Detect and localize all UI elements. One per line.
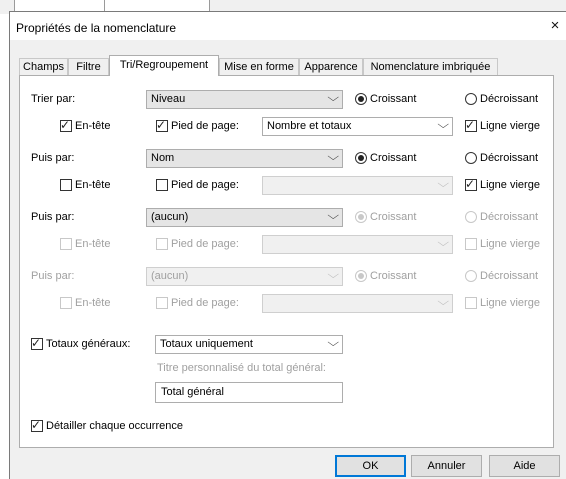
check-icon: ✓ bbox=[31, 418, 42, 432]
sort-label-1: Trier par: bbox=[31, 93, 76, 105]
decroissant-radio-2[interactable] bbox=[465, 152, 477, 164]
sort-field-select-1[interactable]: Niveau ⌵ bbox=[146, 90, 343, 109]
croissant-label: Croissant bbox=[370, 93, 417, 105]
pied-de-page-label: Pied de page: bbox=[171, 179, 239, 191]
decroissant-radio-4 bbox=[465, 270, 477, 282]
radio-dot bbox=[358, 273, 364, 279]
totaux-generaux-checkbox[interactable]: ✓ bbox=[31, 336, 43, 350]
croissant-label: Croissant bbox=[370, 152, 417, 164]
tab-filtre[interactable]: Filtre bbox=[68, 58, 109, 75]
sort-label-4: Puis par: bbox=[31, 270, 75, 282]
chevron-down-icon: ⌵ bbox=[326, 210, 339, 222]
pied-de-page-select-1[interactable]: Nombre et totaux ⌵ bbox=[262, 117, 453, 136]
en-tete-checkbox-4 bbox=[60, 297, 72, 309]
check-icon: ✓ bbox=[31, 336, 42, 350]
croissant-radio-3 bbox=[355, 211, 367, 223]
totaux-generaux-label: Totaux généraux: bbox=[46, 338, 131, 350]
pied-de-page-label: Pied de page: bbox=[171, 297, 239, 309]
pied-de-page-checkbox-1[interactable]: ✓ bbox=[156, 118, 168, 132]
sort-field-value: (aucun) bbox=[151, 211, 189, 223]
properties-dialog: Propriétés de la nomenclature × Champs F… bbox=[9, 11, 566, 479]
pied-de-page-select-2: ⌵ bbox=[262, 176, 453, 195]
annuler-button[interactable]: Annuler bbox=[411, 455, 482, 477]
pied-de-page-checkbox-2[interactable] bbox=[156, 179, 168, 191]
en-tete-checkbox-3 bbox=[60, 238, 72, 250]
en-tete-label: En-tête bbox=[75, 179, 111, 191]
close-icon[interactable]: × bbox=[544, 16, 566, 36]
pied-de-page-value: Nombre et totaux bbox=[267, 120, 352, 132]
sort-field-select-4: (aucun) ⌵ bbox=[146, 267, 343, 286]
decroissant-label: Décroissant bbox=[480, 93, 539, 105]
sort-field-select-2[interactable]: Nom ⌵ bbox=[146, 149, 343, 168]
chevron-down-icon: ⌵ bbox=[436, 178, 449, 190]
tab-mise-en-forme[interactable]: Mise en forme bbox=[219, 58, 299, 75]
totaux-generaux-value: Totaux uniquement bbox=[160, 338, 253, 350]
croissant-radio-1[interactable] bbox=[355, 93, 367, 105]
sort-field-select-3[interactable]: (aucun) ⌵ bbox=[146, 208, 343, 227]
dialog-title: Propriétés de la nomenclature bbox=[16, 21, 177, 35]
titre-personnalise-value: Total général bbox=[161, 386, 224, 398]
titre-personnalise-hint: Titre personnalisé du total général: bbox=[157, 362, 326, 374]
tri-regroupement-panel: Trier par: Niveau ⌵ Croissant Décroissan… bbox=[19, 75, 554, 448]
pied-de-page-checkbox-4 bbox=[156, 297, 168, 309]
sort-label-3: Puis par: bbox=[31, 211, 75, 223]
tab-champs[interactable]: Champs bbox=[19, 58, 68, 75]
croissant-radio-4 bbox=[355, 270, 367, 282]
pied-de-page-label: Pied de page: bbox=[171, 120, 239, 132]
totaux-generaux-select[interactable]: Totaux uniquement ⌵ bbox=[155, 335, 343, 354]
ok-button[interactable]: OK bbox=[335, 455, 406, 477]
ligne-vierge-label: Ligne vierge bbox=[480, 297, 540, 309]
decroissant-radio-3 bbox=[465, 211, 477, 223]
sort-field-value: Nom bbox=[151, 152, 175, 164]
pied-de-page-label: Pied de page: bbox=[171, 238, 239, 250]
ligne-vierge-label: Ligne vierge bbox=[480, 179, 540, 191]
check-icon: ✓ bbox=[465, 118, 476, 132]
pied-de-page-select-4: ⌵ bbox=[262, 294, 453, 313]
ligne-vierge-label: Ligne vierge bbox=[480, 238, 540, 250]
radio-dot bbox=[358, 96, 364, 102]
detailler-occurrence-checkbox[interactable]: ✓ bbox=[31, 418, 43, 432]
tab-apparence[interactable]: Apparence bbox=[299, 58, 363, 75]
en-tete-label: En-tête bbox=[75, 297, 111, 309]
en-tete-checkbox-1[interactable]: ✓ bbox=[60, 118, 72, 132]
chevron-down-icon: ⌵ bbox=[326, 151, 339, 163]
ligne-vierge-checkbox-3 bbox=[465, 238, 477, 250]
chevron-down-icon: ⌵ bbox=[326, 92, 339, 104]
check-icon: ✓ bbox=[60, 118, 71, 132]
ligne-vierge-checkbox-4 bbox=[465, 297, 477, 309]
en-tete-checkbox-2[interactable] bbox=[60, 179, 72, 191]
ligne-vierge-checkbox-2[interactable]: ✓ bbox=[465, 177, 477, 191]
ligne-vierge-label: Ligne vierge bbox=[480, 120, 540, 132]
chevron-down-icon: ⌵ bbox=[436, 296, 449, 308]
tab-tri-regroupement[interactable]: Tri/Regroupement bbox=[109, 55, 219, 76]
detailler-occurrence-label: Détailler chaque occurrence bbox=[46, 420, 183, 432]
croissant-radio-2[interactable] bbox=[355, 152, 367, 164]
chevron-down-icon: ⌵ bbox=[436, 237, 449, 249]
chevron-down-icon: ⌵ bbox=[326, 269, 339, 281]
chevron-down-icon: ⌵ bbox=[436, 119, 449, 131]
aide-button[interactable]: Aide bbox=[489, 455, 560, 477]
croissant-label: Croissant bbox=[370, 270, 417, 282]
tab-nomenclature-imbriquee[interactable]: Nomenclature imbriquée bbox=[363, 58, 498, 75]
decroissant-label: Décroissant bbox=[480, 270, 539, 282]
en-tete-label: En-tête bbox=[75, 120, 111, 132]
sort-field-value: Niveau bbox=[151, 93, 186, 105]
croissant-label: Croissant bbox=[370, 211, 417, 223]
sort-field-value: (aucun) bbox=[151, 270, 189, 282]
sort-label-2: Puis par: bbox=[31, 152, 75, 164]
pied-de-page-checkbox-3 bbox=[156, 238, 168, 250]
decroissant-radio-1[interactable] bbox=[465, 93, 477, 105]
title-bar: Propriétés de la nomenclature × bbox=[10, 12, 566, 40]
check-icon: ✓ bbox=[465, 177, 476, 191]
ligne-vierge-checkbox-1[interactable]: ✓ bbox=[465, 118, 477, 132]
chevron-down-icon: ⌵ bbox=[326, 337, 339, 349]
check-icon: ✓ bbox=[156, 118, 167, 132]
decroissant-label: Décroissant bbox=[480, 152, 539, 164]
radio-dot bbox=[358, 155, 364, 161]
pied-de-page-select-3: ⌵ bbox=[262, 235, 453, 254]
en-tete-label: En-tête bbox=[75, 238, 111, 250]
decroissant-label: Décroissant bbox=[480, 211, 539, 223]
titre-personnalise-input[interactable]: Total général bbox=[155, 382, 343, 403]
radio-dot bbox=[358, 214, 364, 220]
